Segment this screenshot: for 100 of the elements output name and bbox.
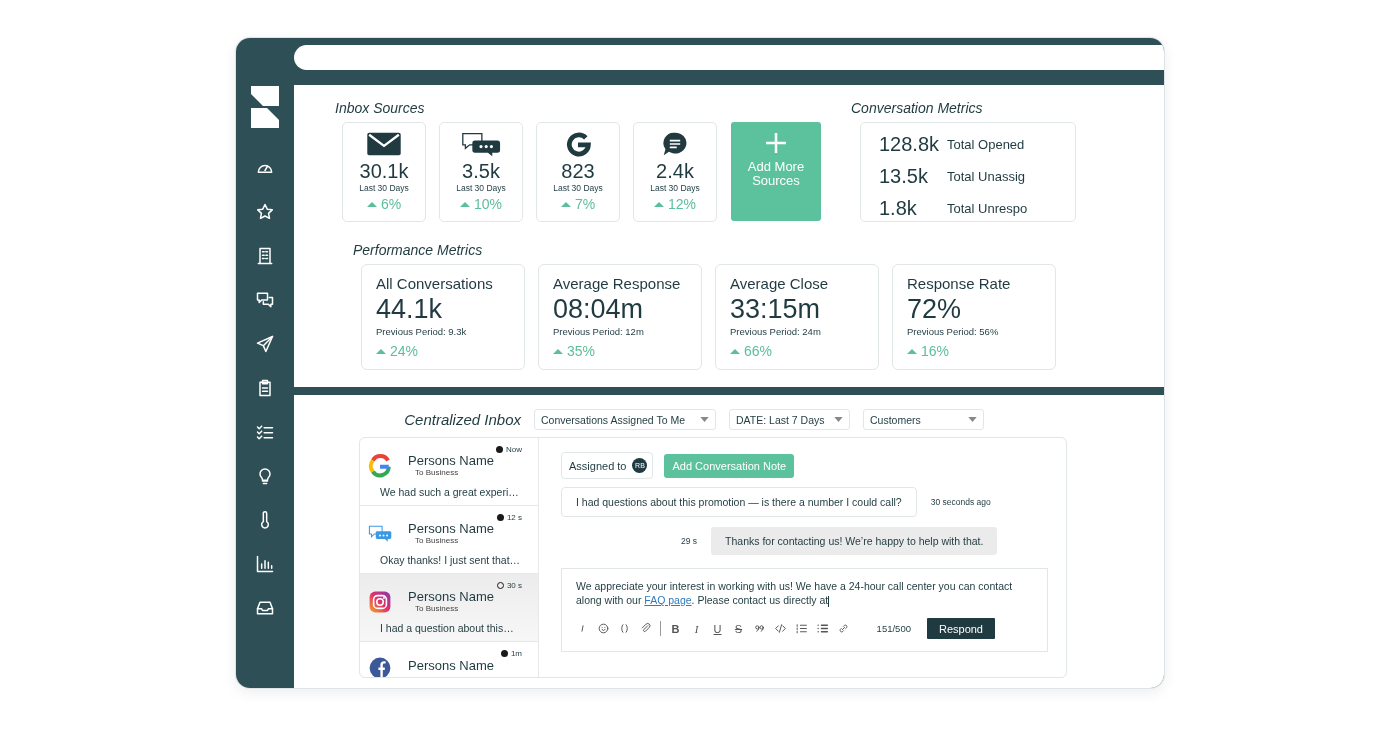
change-percent: 10% bbox=[474, 196, 502, 212]
time-label: 1m bbox=[510, 649, 522, 658]
previous-period: Previous Period: 9.3k bbox=[376, 326, 468, 337]
format-button[interactable]: S bbox=[732, 622, 745, 635]
logo-icon[interactable] bbox=[251, 86, 279, 128]
change-percent: 12% bbox=[668, 196, 696, 212]
time-label: 30 s bbox=[506, 581, 522, 590]
conversation-item[interactable]: 1m Persons Name bbox=[360, 642, 538, 676]
inbox-tray-icon[interactable] bbox=[255, 598, 275, 618]
chat-bubbles-icon bbox=[461, 131, 501, 157]
previous-period: Previous Period: 56% bbox=[907, 326, 1000, 337]
caret-icon bbox=[968, 417, 977, 422]
metric-value: 44.1k bbox=[376, 294, 444, 325]
incoming-message: I had questions about this promotion — is there a number I could call? bbox=[561, 487, 917, 517]
caret-icon bbox=[700, 417, 709, 422]
metric-label: Total Unrespo bbox=[947, 200, 1029, 216]
message-time: 29 s bbox=[681, 536, 698, 546]
change-percent: 35% bbox=[567, 343, 596, 359]
previous-period: Previous Period: 24m bbox=[730, 326, 822, 337]
metric-value: 13.5k bbox=[879, 164, 929, 188]
change-percent: 16% bbox=[921, 343, 950, 359]
format-button[interactable]: U bbox=[711, 622, 724, 635]
format-button[interactable]: B bbox=[669, 622, 682, 635]
faq-link[interactable]: FAQ page bbox=[644, 594, 692, 606]
section-title: Inbox Sources bbox=[335, 100, 426, 116]
metric-label: Total Opened bbox=[947, 136, 1026, 152]
contact-name: Persons Name bbox=[408, 658, 494, 673]
change-percent: 24% bbox=[390, 343, 419, 359]
up-triangle-icon bbox=[376, 348, 386, 354]
section-title: Performance Metrics bbox=[353, 242, 484, 258]
numbered-list-icon[interactable] bbox=[795, 622, 808, 635]
time-label: 12 s bbox=[506, 513, 522, 522]
message-time: 30 seconds ago bbox=[930, 497, 991, 507]
filter-dropdown[interactable]: DATE: Last 7 Days bbox=[729, 409, 850, 430]
time-label: Now bbox=[506, 445, 522, 454]
message-preview: I had a question about this… bbox=[379, 622, 515, 636]
message-preview: Okay thanks! I just sent that… bbox=[379, 554, 522, 568]
previous-period: Previous Period: 12m bbox=[553, 326, 645, 337]
metric-title: Average Close bbox=[730, 275, 830, 292]
recipient-label: To Business bbox=[415, 468, 460, 477]
checklist-icon[interactable] bbox=[255, 422, 275, 442]
respond-button[interactable]: Respond bbox=[926, 618, 995, 639]
character-counter: 151/500 bbox=[876, 623, 911, 634]
outgoing-message: Thanks for contacting us! We’re happy to help with that. bbox=[711, 527, 998, 555]
google-g-icon bbox=[368, 454, 392, 478]
reply-composer[interactable]: We appreciate your interest in working with us! We have a 24-hour call center you can contact along with our FAQ page. Please contact us directly at B I U S 151/500 Respond bbox=[561, 568, 1048, 652]
period-label: Last 30 Days bbox=[359, 183, 409, 193]
facebook-icon bbox=[368, 656, 392, 677]
section-title: Conversation Metrics bbox=[851, 100, 984, 116]
conversation-item[interactable]: 30 s Persons Name To Business I had a question about this… bbox=[360, 574, 538, 642]
metric-label: Total Unassig bbox=[947, 168, 1027, 184]
message-preview: We had such a great experi… bbox=[379, 486, 520, 500]
recipient-label: To Business bbox=[415, 536, 460, 545]
paper-plane-icon[interactable] bbox=[255, 334, 275, 354]
up-triangle-icon bbox=[560, 201, 571, 207]
metric-title: All Conversations bbox=[376, 275, 494, 292]
star-icon[interactable] bbox=[255, 202, 275, 222]
format-button[interactable]: I bbox=[690, 622, 703, 635]
quote-icon[interactable] bbox=[753, 622, 766, 635]
source-count: 30.1k bbox=[359, 160, 409, 183]
caret-icon bbox=[834, 417, 843, 422]
up-triangle-icon bbox=[730, 348, 740, 354]
filter-dropdown[interactable]: Customers bbox=[863, 409, 984, 430]
up-triangle-icon bbox=[366, 201, 377, 207]
contact-name: Persons Name bbox=[408, 589, 494, 604]
bar-chart-icon[interactable] bbox=[255, 554, 275, 574]
chat-bubbles-icon[interactable] bbox=[255, 290, 275, 310]
camera-icon bbox=[368, 590, 392, 614]
bullet-list-icon[interactable] bbox=[816, 622, 829, 635]
plus-icon bbox=[765, 132, 787, 154]
metric-value: 33:15m bbox=[730, 294, 822, 325]
change-percent: 66% bbox=[744, 343, 773, 359]
filter-dropdown[interactable]: Conversations Assigned To Me bbox=[534, 409, 716, 430]
code-icon[interactable] bbox=[774, 622, 787, 635]
link-icon[interactable] bbox=[837, 622, 850, 635]
up-triangle-icon bbox=[654, 201, 664, 207]
up-triangle-icon bbox=[460, 201, 470, 207]
conversation-item[interactable]: Now Persons Name To Business We had such a great experi… bbox=[360, 438, 538, 506]
up-triangle-icon bbox=[907, 348, 917, 354]
change-percent: 6% bbox=[380, 196, 402, 212]
metric-value: 128.8k bbox=[879, 132, 941, 156]
source-count: 3.5k bbox=[462, 160, 500, 183]
smiley-icon[interactable] bbox=[597, 622, 610, 635]
contact-name: Persons Name bbox=[408, 521, 494, 536]
braces-icon[interactable] bbox=[618, 622, 631, 635]
paperclip-icon[interactable] bbox=[639, 622, 652, 635]
period-label: Last 30 Days bbox=[553, 183, 603, 193]
building-icon[interactable] bbox=[255, 246, 275, 266]
period-label: Last 30 Days bbox=[456, 183, 506, 193]
period-label: Last 30 Days bbox=[650, 183, 700, 193]
assigned-label: Assigned to bbox=[569, 459, 627, 472]
source-count: 823 bbox=[561, 160, 595, 183]
metric-title: Average Response bbox=[553, 275, 682, 292]
metric-value: 1.8k bbox=[879, 196, 918, 220]
recipient-label: To Business bbox=[415, 604, 460, 613]
contact-name: Persons Name bbox=[408, 453, 494, 468]
up-triangle-icon bbox=[553, 348, 563, 354]
reply-text: We appreciate your interest in working with us! We have a 24-hour call center you can contact along with our FAQ page. Please contact us directly at bbox=[576, 579, 1014, 607]
change-percent: 7% bbox=[574, 196, 596, 212]
section-title: Centralized Inbox bbox=[403, 411, 521, 428]
